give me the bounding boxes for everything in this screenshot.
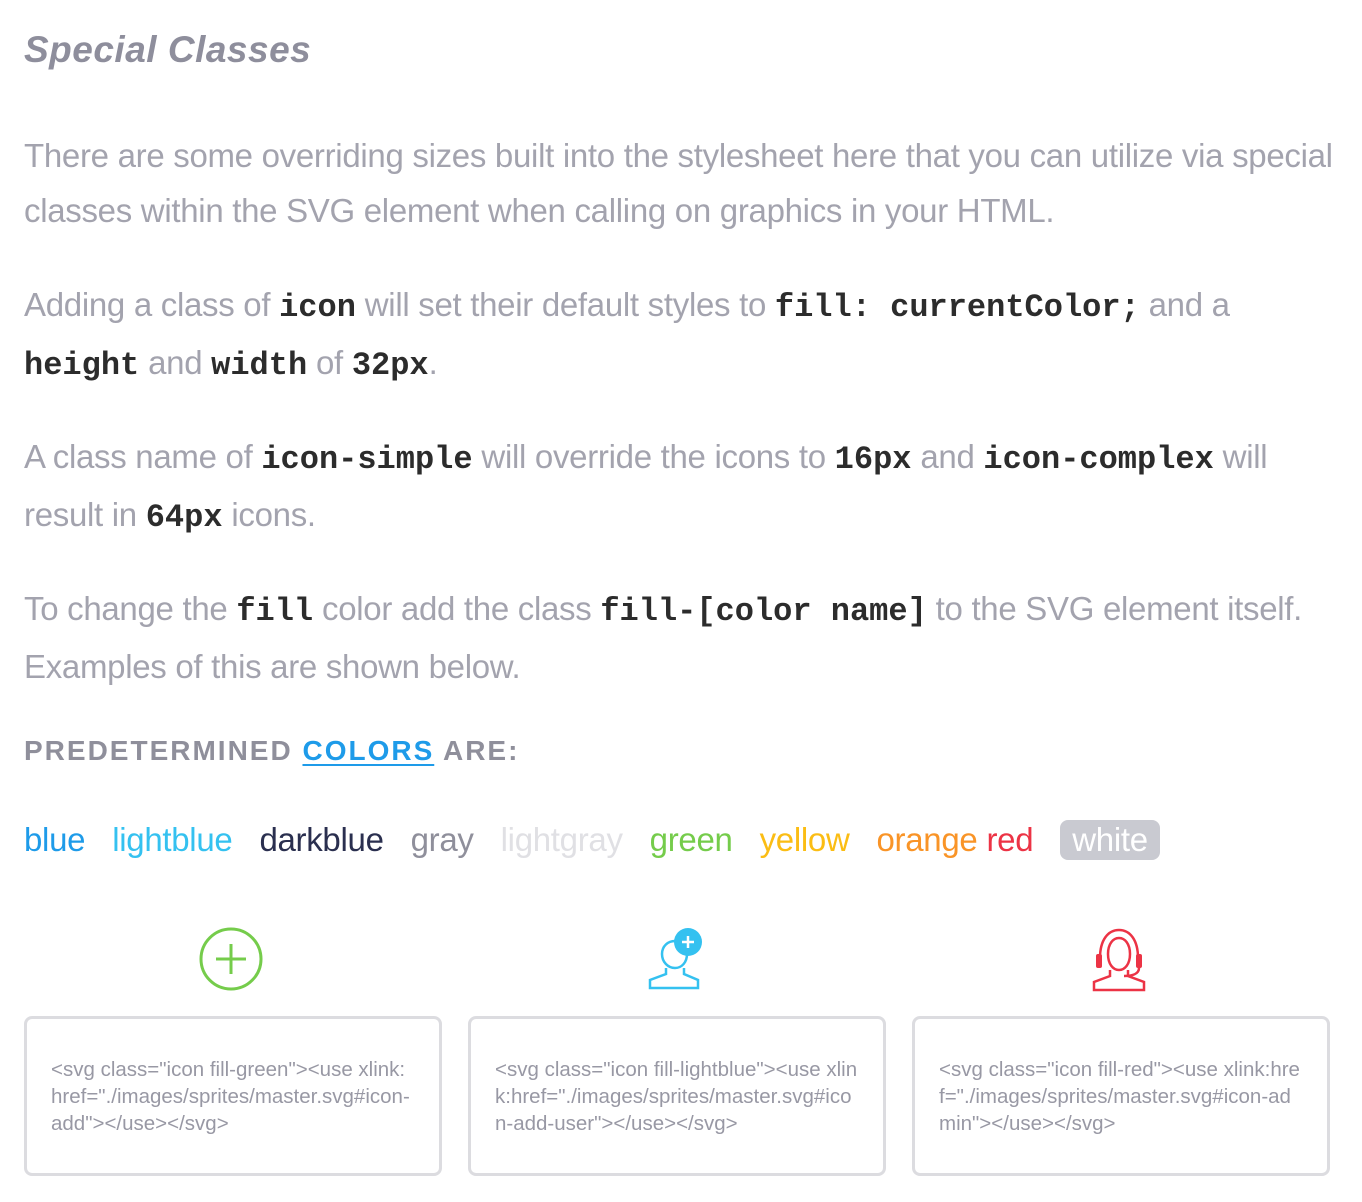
fill-class-paragraph: To change the fill color add the class f… xyxy=(24,581,1338,694)
text-fragment: will set their default styles to xyxy=(355,286,775,323)
code-snippet: <svg class="icon fill-lightblue"><use xl… xyxy=(495,1057,858,1135)
swatch-lightgray: lightgray xyxy=(500,821,623,858)
colors-link[interactable]: COLORS xyxy=(302,735,434,766)
code-icon-simple: icon-simple xyxy=(261,441,473,478)
code-example-box: <svg class="icon fill-red"><use xlink:hr… xyxy=(912,1016,1330,1176)
code-snippet: <svg class="icon fill-green"><use xlink:… xyxy=(51,1057,410,1135)
code-example-box: <svg class="icon fill-green"><use xlink:… xyxy=(24,1016,442,1176)
code-icon: icon xyxy=(279,289,356,326)
code-64px: 64px xyxy=(145,499,223,536)
text-fragment: and a xyxy=(1139,286,1230,323)
code-example-box: <svg class="icon fill-lightblue"><use xl… xyxy=(468,1016,886,1176)
add-user-icon xyxy=(648,928,702,990)
text-fragment: A class name of xyxy=(24,438,262,475)
code-16px: 16px xyxy=(834,441,912,478)
text-fragment: icons. xyxy=(222,496,316,533)
example-icon-cell xyxy=(24,918,442,998)
code-example-boxes: <svg class="icon fill-green"><use xlink:… xyxy=(24,1016,1338,1176)
icon-class-paragraph: Adding a class of icon will set their de… xyxy=(24,277,1338,393)
swatch-red: red xyxy=(986,821,1034,858)
code-fill-current-color: fill: currentColor; xyxy=(774,289,1140,326)
intro-paragraph: There are some overriding sizes built in… xyxy=(24,137,1333,229)
example-icon-cell xyxy=(468,918,886,998)
code-32px: 32px xyxy=(351,347,429,384)
heading-text: PREDETERMINED xyxy=(24,735,303,766)
swatch-gray: gray xyxy=(410,821,474,858)
color-swatch-list: blue lightblue darkblue gray lightgray g… xyxy=(24,818,1187,862)
text-fragment: will override the icons to xyxy=(472,438,835,475)
text-fragment: To change the xyxy=(24,590,237,627)
add-icon xyxy=(199,927,263,991)
swatch-orange: orange xyxy=(876,821,978,858)
example-icon-cell xyxy=(912,918,1330,998)
text-fragment: Adding a class of xyxy=(24,286,280,323)
code-height: height xyxy=(24,347,140,384)
swatch-blue: blue xyxy=(24,821,86,858)
text-fragment: color add the class xyxy=(313,590,601,627)
text-fragment: of xyxy=(307,344,352,381)
swatch-yellow: yellow xyxy=(759,821,850,858)
admin-icon xyxy=(1092,928,1146,992)
code-fill-color-name: fill-[color name] xyxy=(600,593,927,630)
code-icon-complex: icon-complex xyxy=(983,441,1214,478)
swatch-lightblue: lightblue xyxy=(112,821,233,858)
code-width: width xyxy=(211,347,308,384)
code-snippet: <svg class="icon fill-red"><use xlink:hr… xyxy=(939,1057,1300,1135)
predetermined-colors-heading: PREDETERMINED COLORS ARE: xyxy=(24,732,519,770)
text-fragment: and xyxy=(911,438,984,475)
section-title: Special Classes xyxy=(24,29,312,70)
code-fill: fill xyxy=(236,593,314,630)
text-fragment: and xyxy=(139,344,212,381)
size-class-paragraph: A class name of icon-simple will overrid… xyxy=(24,429,1338,545)
swatch-green: green xyxy=(649,821,733,858)
text-fragment: . xyxy=(428,344,438,381)
example-icons-row xyxy=(24,918,1338,998)
swatch-white: white xyxy=(1060,820,1160,860)
heading-text: ARE: xyxy=(434,735,520,766)
swatch-darkblue: darkblue xyxy=(259,821,384,858)
